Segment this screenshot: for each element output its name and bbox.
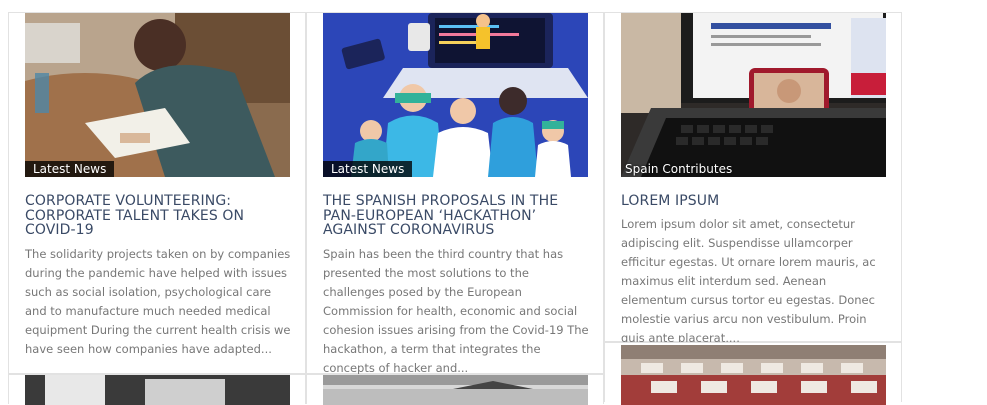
news-card-6-partial[interactable] — [604, 342, 902, 405]
medical-team-illustration — [323, 13, 588, 177]
card-excerpt-3: Lorem ipsum dolor sit amet, consectetur … — [621, 217, 876, 345]
card-title-2[interactable]: THE SPANISH PROPOSALS IN THE PAN-EUROPEA… — [323, 194, 573, 238]
card-image-2[interactable]: Latest News — [323, 13, 588, 177]
volunteer-writing-photo — [25, 13, 290, 177]
category-label-2[interactable]: Latest News — [323, 161, 413, 177]
category-label-3[interactable]: Spain Contributes — [621, 161, 732, 177]
field-hospital-photo — [621, 345, 886, 405]
card-title-1[interactable]: CORPORATE VOLUNTEERING: CORPORATE TALENT… — [25, 194, 265, 238]
card-image-3[interactable]: Spain Contributes — [621, 13, 886, 177]
news-card-1[interactable]: Latest News CORPORATE VOLUNTEERING: CORP… — [8, 12, 306, 374]
card-image-5-photo — [323, 375, 588, 405]
news-card-4-partial[interactable] — [8, 374, 306, 405]
card-image-4-photo — [25, 375, 290, 405]
card-image-5[interactable] — [323, 375, 588, 405]
card-title-3[interactable]: LOREM IPSUM — [621, 194, 871, 209]
card-image-1[interactable]: Latest News — [25, 13, 290, 177]
category-label-1[interactable]: Latest News — [25, 161, 115, 177]
laptop-video-call-photo — [621, 13, 886, 177]
news-card-2[interactable]: Latest News THE SPANISH PROPOSALS IN THE… — [306, 12, 604, 375]
card-excerpt-2: Spain has been the third country that ha… — [323, 247, 589, 375]
card-image-4[interactable] — [25, 375, 290, 405]
card-image-6[interactable] — [621, 345, 886, 405]
news-card-5-partial[interactable] — [306, 374, 604, 405]
news-card-3[interactable]: Spain Contributes LOREM IPSUM Lorem ipsu… — [604, 12, 902, 345]
card-excerpt-1: The solidarity projects taken on by comp… — [25, 247, 291, 356]
